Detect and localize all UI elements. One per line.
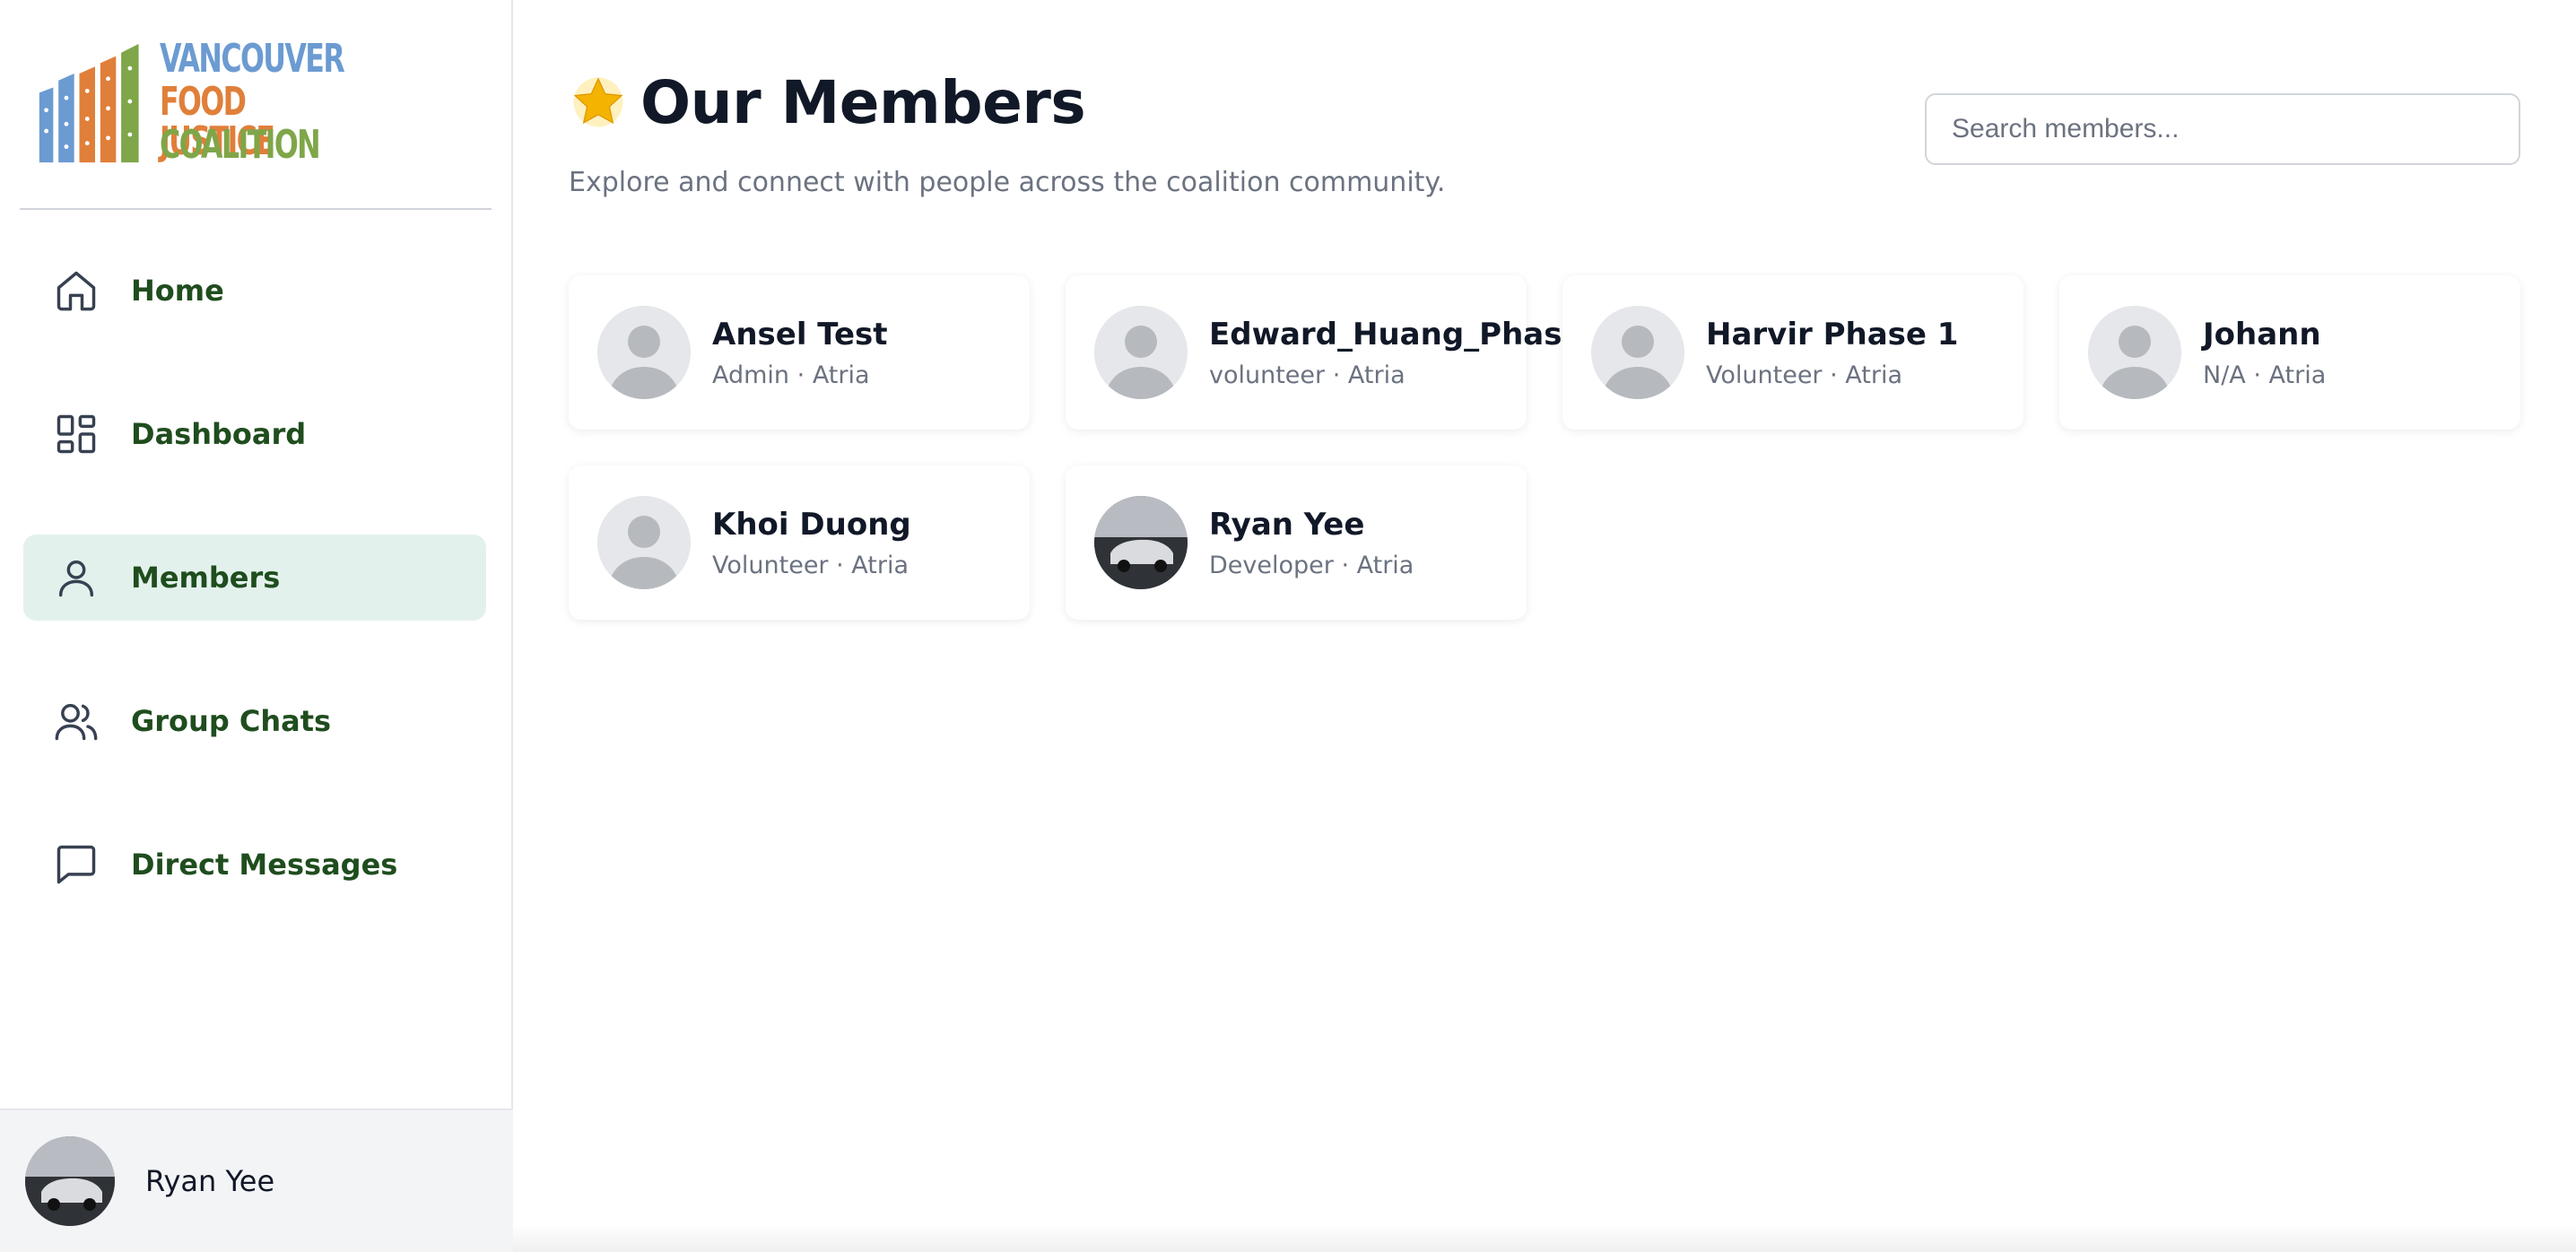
member-info: Ryan Yee Developer · Atria <box>1209 507 1414 579</box>
meta-separator: · <box>1333 551 1357 579</box>
current-user[interactable]: Ryan Yee <box>0 1109 513 1252</box>
users-icon <box>52 697 100 745</box>
avatar <box>2088 306 2181 399</box>
main-content: Our Members Explore and connect with peo… <box>513 0 2576 1252</box>
member-role: volunteer <box>1209 361 1326 389</box>
home-icon <box>52 266 100 315</box>
member-role: Admin <box>712 361 790 389</box>
sidebar-item-label: Dashboard <box>131 417 307 451</box>
logo-bars-icon <box>39 43 139 163</box>
member-meta: Volunteer · Atria <box>1706 361 1958 389</box>
member-card[interactable]: Edward_Huang_Phase1 volunteer · Atria <box>1066 275 1604 430</box>
sidebar-item-label: Group Chats <box>131 704 332 738</box>
page-subtitle: Explore and connect with people across t… <box>569 167 1446 198</box>
member-org: Atria <box>851 551 909 579</box>
member-name: Harvir Phase 1 <box>1706 316 1959 352</box>
dashboard-icon <box>52 410 100 458</box>
member-card[interactable]: Johann N/A · Atria <box>2059 275 2520 430</box>
sidebar-item-home[interactable]: Home <box>23 248 486 334</box>
member-info: Khoi Duong Volunteer · Atria <box>712 507 911 579</box>
member-role: Developer <box>1209 551 1334 579</box>
meta-separator: · <box>789 361 813 389</box>
sidebar-item-label: Home <box>131 274 224 308</box>
member-role: Volunteer <box>1706 361 1823 389</box>
sidebar: VANCOUVER FOOD JUSTICE COALITION Home Da… <box>0 0 513 1252</box>
member-card[interactable]: Ryan Yee Developer · Atria <box>1066 465 1527 620</box>
scroll-fade <box>513 1225 2576 1252</box>
user-icon <box>52 553 100 602</box>
member-org: Atria <box>1347 361 1405 389</box>
member-card[interactable]: Harvir Phase 1 Volunteer · Atria <box>1562 275 2023 430</box>
member-name: Johann <box>2203 316 2321 352</box>
logo-line-2: FOOD JUSTICE <box>160 79 275 164</box>
member-org: Atria <box>1356 551 1414 579</box>
member-name: Ansel Test <box>712 316 888 352</box>
member-role: N/A <box>2203 361 2246 389</box>
member-meta: Developer · Atria <box>1209 552 1414 579</box>
sidebar-item-direct-messages[interactable]: Direct Messages <box>23 822 486 908</box>
sidebar-nav: Home Dashboard Members Group Chats Direc… <box>0 248 511 908</box>
current-user-name: Ryan Yee <box>145 1164 275 1198</box>
title-block: Our Members Explore and connect with peo… <box>569 65 1446 199</box>
member-info: Ansel Test Admin · Atria <box>712 317 888 389</box>
member-name: Khoi Duong <box>712 506 911 543</box>
sidebar-item-label: Direct Messages <box>131 848 398 882</box>
member-org: Atria <box>1845 361 1903 389</box>
meta-separator: · <box>828 551 852 579</box>
member-org: Atria <box>2268 361 2327 389</box>
logo-line-1: VANCOUVER <box>160 36 345 82</box>
page-title: Our Members <box>640 67 1086 137</box>
member-role: Volunteer <box>712 551 829 579</box>
avatar <box>25 1136 115 1226</box>
member-name: Ryan Yee <box>1209 506 1365 543</box>
member-info: Harvir Phase 1 Volunteer · Atria <box>1706 317 1958 389</box>
meta-separator: · <box>2245 361 2269 389</box>
sidebar-item-group-chats[interactable]: Group Chats <box>23 678 486 764</box>
meta-separator: · <box>1325 361 1348 389</box>
sidebar-item-members[interactable]: Members <box>23 535 486 621</box>
member-meta: Admin · Atria <box>712 361 888 389</box>
logo-area: VANCOUVER FOOD JUSTICE COALITION <box>20 0 492 210</box>
member-info: Edward_Huang_Phase1 volunteer · Atria <box>1209 317 1604 389</box>
sidebar-item-label: Members <box>131 561 281 595</box>
logo[interactable]: VANCOUVER FOOD JUSTICE COALITION <box>20 37 492 171</box>
page-header: Our Members Explore and connect with peo… <box>569 65 2520 198</box>
sidebar-item-dashboard[interactable]: Dashboard <box>23 391 486 477</box>
logo-line-3: COALITION <box>160 122 321 168</box>
member-card[interactable]: Ansel Test Admin · Atria <box>569 275 1030 430</box>
member-meta: N/A · Atria <box>2203 361 2326 389</box>
meta-separator: · <box>1822 361 1846 389</box>
member-info: Johann N/A · Atria <box>2203 317 2326 389</box>
avatar <box>597 306 691 399</box>
member-card[interactable]: Khoi Duong Volunteer · Atria <box>569 465 1030 620</box>
member-grid: Ansel Test Admin · Atria Edward_Huang_Phas… <box>569 275 2520 620</box>
member-name: Edward_Huang_Phase1 <box>1209 316 1605 352</box>
member-meta: volunteer · Atria <box>1209 361 1604 389</box>
logo-text: VANCOUVER FOOD JUSTICE COALITION <box>160 39 413 169</box>
message-icon <box>52 840 100 889</box>
member-org: Atria <box>812 361 870 389</box>
app-root: VANCOUVER FOOD JUSTICE COALITION Home Da… <box>0 0 2576 1252</box>
title-row: Our Members <box>569 65 1445 140</box>
avatar <box>1094 496 1188 589</box>
avatar <box>1094 306 1188 399</box>
avatar <box>1591 306 1684 399</box>
member-meta: Volunteer · Atria <box>712 552 911 579</box>
star-icon <box>573 77 623 127</box>
search-input[interactable] <box>1925 93 2520 165</box>
avatar <box>597 496 691 589</box>
